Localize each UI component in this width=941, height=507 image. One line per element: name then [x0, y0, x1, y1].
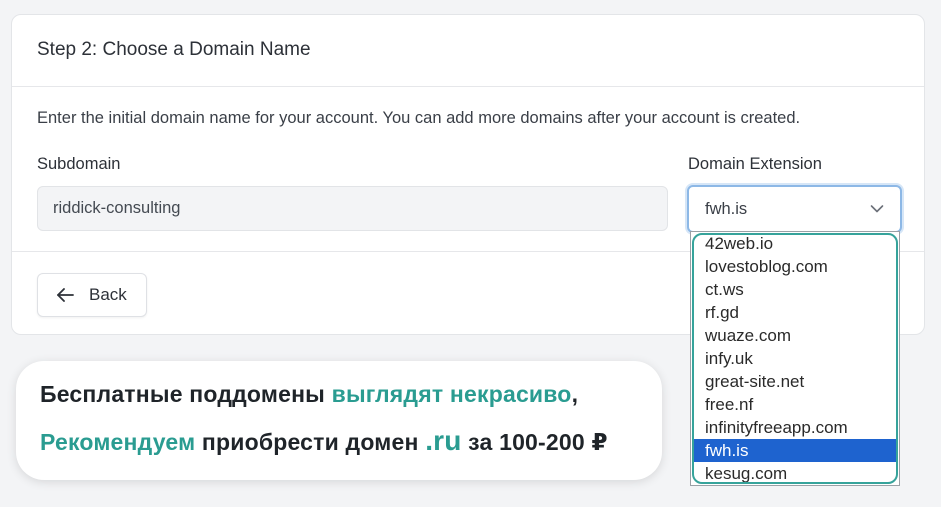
- domain-option[interactable]: infy.uk: [693, 347, 897, 370]
- back-button[interactable]: Back: [37, 273, 147, 317]
- back-button-label: Back: [89, 285, 127, 304]
- domain-extension-dropdown[interactable]: 42web.io lovestoblog.com ct.ws rf.gd wua…: [690, 231, 900, 486]
- domain-extension-value: fwh.is: [705, 200, 748, 218]
- promo-text: Бесплатные поддомены: [40, 381, 332, 407]
- step-title: Step 2: Choose a Domain Name: [37, 39, 311, 60]
- promo-line-1: Бесплатные поддомены выглядят некрасиво,: [40, 381, 578, 408]
- domain-option[interactable]: free.nf: [693, 393, 897, 416]
- domain-option[interactable]: ct.ws: [693, 278, 897, 301]
- arrow-left-icon: [57, 288, 74, 302]
- promo-line-2: Рекомендуем приобрести домен .ru за 100-…: [40, 425, 608, 457]
- domain-option[interactable]: infinityfreeapp.com: [693, 416, 897, 439]
- domain-option[interactable]: 42web.io: [693, 232, 897, 255]
- promo-ru-zone: .ru: [425, 425, 462, 456]
- promo-callout: Бесплатные поддомены выглядят некрасиво,…: [16, 361, 662, 480]
- subdomain-input[interactable]: [37, 186, 668, 231]
- domain-option[interactable]: kesug.com: [693, 462, 897, 485]
- subdomain-label: Subdomain: [37, 155, 121, 173]
- domain-option[interactable]: lovestoblog.com: [693, 255, 897, 278]
- promo-accent-text: выглядят некрасиво: [331, 381, 572, 407]
- promo-accent-text: Рекомендуем: [40, 429, 196, 455]
- card-header: Step 2: Choose a Domain Name: [12, 15, 924, 87]
- domain-extension-label: Domain Extension: [688, 155, 822, 173]
- promo-text: приобрести домен: [195, 429, 426, 455]
- domain-option[interactable]: great-site.net: [693, 370, 897, 393]
- domain-option-selected[interactable]: fwh.is: [693, 439, 897, 462]
- domain-extension-select[interactable]: fwh.is: [687, 185, 902, 233]
- domain-option[interactable]: rf.gd: [693, 301, 897, 324]
- promo-text: за 100-200 ₽: [461, 429, 608, 455]
- promo-text: ,: [571, 381, 579, 407]
- step-description: Enter the initial domain name for your a…: [37, 109, 801, 127]
- chevron-down-icon: [870, 205, 884, 213]
- domain-option[interactable]: wuaze.com: [693, 324, 897, 347]
